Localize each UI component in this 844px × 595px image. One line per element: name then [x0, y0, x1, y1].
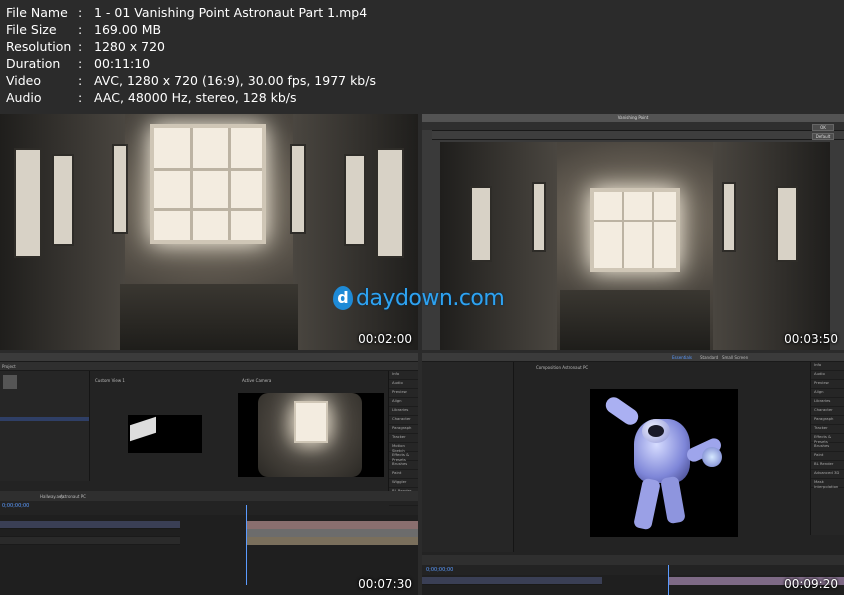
info-key: Audio: [6, 90, 42, 105]
panel-item[interactable]: Paragraph: [389, 425, 418, 434]
panel-item[interactable]: Effects & Presets: [389, 452, 418, 462]
panel-item[interactable]: Preview: [389, 389, 418, 398]
panel-item[interactable]: Audio: [389, 380, 418, 389]
active-camera-viewport[interactable]: [238, 393, 384, 477]
panel-item[interactable]: Mask Interpolation: [811, 479, 844, 489]
panel-item[interactable]: Tracker: [811, 425, 844, 434]
info-key: File Size: [6, 22, 57, 37]
logo-icon: d: [333, 286, 353, 310]
info-row: File Name:1 - 01 Vanishing Point Astrona…: [6, 4, 376, 21]
thumbnail-1: 00:02:00: [0, 114, 418, 350]
composition-viewport[interactable]: [590, 389, 738, 537]
panel-item[interactable]: Advanced 3D: [811, 470, 844, 479]
composition-tab[interactable]: Composition Astronaut PC: [536, 365, 588, 370]
workspace-standard[interactable]: Standard: [700, 355, 718, 360]
info-value: AAC, 48000 Hz, stereo, 128 kb/s: [94, 90, 297, 105]
info-key: File Name: [6, 5, 68, 20]
info-separator: :: [78, 90, 83, 105]
info-row: Video: AVC, 1280 x 720 (16:9), 30.00 fps,…: [6, 72, 376, 89]
timecode[interactable]: 0;00;00;00: [2, 503, 29, 509]
effect-controls-panel[interactable]: [422, 362, 514, 552]
right-panel[interactable]: Info Audio Preview Align Libraries Character P…: [388, 371, 418, 506]
timestamp: 00:09:20: [784, 577, 838, 591]
timeline-panel[interactable]: [422, 565, 844, 595]
info-row: File Size:169.00 MB: [6, 21, 376, 38]
right-panel[interactable]: Info Audio Preview Align Libraries Character P…: [810, 362, 844, 535]
toolbar[interactable]: [422, 353, 844, 362]
logo-text: daydown.com: [356, 285, 505, 311]
info-value: 1 - 01 Vanishing Point Astronaut Part 1.…: [94, 5, 368, 20]
panel-item[interactable]: Brushes: [811, 443, 844, 452]
workspace-small-screen[interactable]: Small Screen: [722, 355, 748, 360]
custom-view-label: Custom View 1: [95, 378, 125, 383]
info-key: Video: [6, 73, 42, 88]
ok-button[interactable]: OK: [812, 124, 834, 131]
project-tab[interactable]: Project: [2, 364, 16, 369]
panel-item[interactable]: Align: [389, 398, 418, 407]
timestamp: 00:07:30: [358, 577, 412, 591]
timestamp: 00:03:50: [784, 332, 838, 346]
default-button[interactable]: Default: [812, 133, 834, 140]
timeline-panel[interactable]: [0, 505, 418, 595]
panel-item[interactable]: Align: [811, 389, 844, 398]
info-key: Resolution: [6, 39, 72, 54]
panel-item[interactable]: BL Render: [811, 461, 844, 470]
info-separator: :: [78, 56, 83, 71]
info-row: Audio: AAC, 48000 Hz, stereo, 128 kb/s: [6, 89, 376, 106]
panel-item[interactable]: Character: [389, 416, 418, 425]
canvas-image[interactable]: [440, 142, 830, 350]
info-value: 169.00 MB: [94, 22, 162, 37]
dialog-title: Vanishing Point: [422, 114, 844, 122]
toolbar[interactable]: [0, 353, 418, 362]
panel-item[interactable]: Effects & Presets: [811, 434, 844, 444]
info-separator: :: [78, 5, 83, 20]
thumbnail-3: Project Custom View 1 Active Camera Info…: [0, 353, 418, 595]
panel-item[interactable]: Preview: [811, 380, 844, 389]
workspace-essentials[interactable]: Essentials: [672, 355, 692, 360]
info-separator: :: [78, 39, 83, 54]
file-info: File Name:1 - 01 Vanishing Point Astrona…: [6, 4, 376, 106]
panel-item[interactable]: Libraries: [811, 398, 844, 407]
panel-item[interactable]: Tracker: [389, 434, 418, 443]
panel-item[interactable]: Info: [811, 362, 844, 371]
panel-item[interactable]: Motion Sketch: [389, 443, 418, 453]
panel-item[interactable]: Paint: [811, 452, 844, 461]
panel-item[interactable]: Info: [389, 371, 418, 380]
info-separator: :: [78, 22, 83, 37]
info-value: 1280 x 720: [94, 39, 166, 54]
active-camera-label: Active Camera: [242, 378, 272, 383]
timecode[interactable]: 0;00;00;00: [426, 567, 453, 573]
info-row: Resolution:1280 x 720: [6, 38, 376, 55]
timeline-tabs[interactable]: [422, 555, 844, 565]
watermark-logo: d daydown.com: [333, 283, 505, 313]
panel-tabs: [0, 362, 418, 371]
options-bar: [422, 122, 844, 131]
panel-item[interactable]: Brushes: [389, 461, 418, 470]
timestamp: 00:02:00: [358, 332, 412, 346]
info-key: Duration: [6, 56, 61, 71]
panel-item[interactable]: Audio: [811, 371, 844, 380]
panel-item[interactable]: Libraries: [389, 407, 418, 416]
panel-item[interactable]: Wiggler: [389, 479, 418, 488]
hint-bar: [422, 131, 844, 140]
thumbnail-2: Vanishing Point OK Default 00:03:50: [422, 114, 844, 350]
custom-view-viewport[interactable]: [128, 415, 202, 453]
thumbnail-4: Essentials Standard Small Screen Composi…: [422, 353, 844, 595]
info-value: AVC, 1280 x 720 (16:9), 30.00 fps, 1977 …: [94, 73, 376, 88]
tool-panel[interactable]: [422, 130, 432, 350]
courtyard-image: [0, 114, 418, 350]
panel-item[interactable]: Paint: [389, 470, 418, 479]
info-separator: :: [78, 73, 83, 88]
project-panel[interactable]: [0, 371, 90, 481]
panel-item[interactable]: Character: [811, 407, 844, 416]
info-value: 00:11:10: [94, 56, 151, 71]
timeline-tabs[interactable]: Hallway.aep Astronaut PC: [0, 491, 418, 501]
panel-item[interactable]: Paragraph: [811, 416, 844, 425]
info-row: Duration:00:11:10: [6, 55, 376, 72]
